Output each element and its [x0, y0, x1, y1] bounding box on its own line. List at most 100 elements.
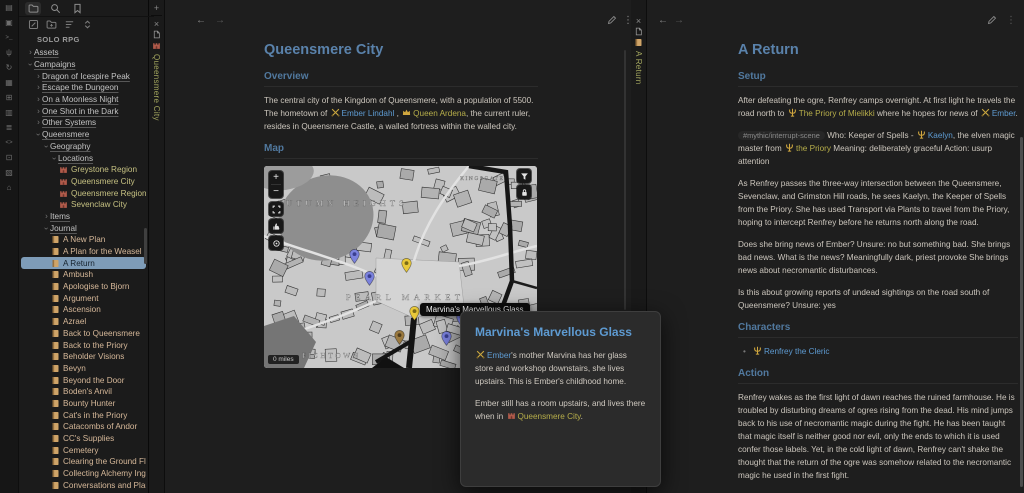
tree-item-azrael[interactable]: Azrael — [21, 316, 146, 328]
filter-icon[interactable] — [517, 169, 531, 183]
location-link[interactable]: Queensmere City — [518, 412, 581, 421]
tree-item-a-plan-for-the-weasel[interactable]: A Plan for the Weasel — [21, 246, 146, 258]
more-options-icon[interactable]: ⋮ — [623, 16, 630, 26]
note-link[interactable]: Ember — [487, 351, 511, 360]
tree-item-clearing-the-ground-floor[interactable]: Clearing the Ground Floor — [21, 456, 146, 468]
lock-icon[interactable] — [517, 185, 531, 199]
explorer-scrollbar[interactable] — [144, 228, 147, 264]
tree-item-items[interactable]: › Items — [21, 211, 146, 223]
tab-title-queensmere-city[interactable]: Queensmere City — [152, 54, 161, 121]
text-span: Map — [264, 143, 284, 154]
map-pin-brown[interactable] — [393, 330, 405, 350]
tree-item-beyond-the-door[interactable]: Beyond the Door — [21, 374, 146, 386]
location-link[interactable]: Queen Ardena — [413, 109, 466, 118]
right-pane-scrollbar[interactable] — [1020, 137, 1023, 487]
tree-item-beholder-visions[interactable]: Beholder Visions — [21, 351, 146, 363]
tree-item-apologise-to-bjorn[interactable]: Apologise to Bjorn — [21, 281, 146, 293]
canvas-icon[interactable]: ▦ — [0, 75, 18, 90]
tree-item-cemetery[interactable]: Cemetery — [21, 444, 146, 456]
tab-title-a-return[interactable]: A Return — [634, 51, 643, 85]
tree-item-catacombs-of-andor[interactable]: Catacombs of Andor — [21, 421, 146, 433]
tree-item-argument[interactable]: Argument — [21, 292, 146, 304]
note-link[interactable]: Kaelyn — [928, 131, 953, 140]
fullscreen-icon[interactable] — [269, 202, 283, 216]
bookmarks-tab[interactable] — [69, 2, 85, 15]
map-pin-yellow[interactable] — [408, 306, 420, 326]
map-pin-yellow[interactable] — [400, 258, 412, 278]
reset-view-icon[interactable] — [269, 236, 283, 250]
back-icon[interactable]: ← — [196, 16, 206, 26]
new-folder-button[interactable] — [45, 18, 58, 31]
tree-item-sevenclaw-city[interactable]: Sevenclaw City — [21, 199, 146, 211]
tree-item-one-shot-in-the-dark[interactable]: › One Shot in the Dark — [21, 105, 146, 117]
tag[interactable]: #mythic/interrupt-scene — [738, 131, 825, 140]
tree-item-journal[interactable]: › Journal — [21, 222, 146, 234]
close-tab-icon[interactable]: × — [631, 15, 646, 26]
tree-item-a-new-plan[interactable]: A New Plan — [21, 234, 146, 246]
tree-item-a-return[interactable]: A Return — [21, 257, 146, 270]
forward-icon[interactable]: → — [674, 16, 684, 26]
new-note-button[interactable] — [27, 18, 40, 31]
tree-item-assets[interactable]: › Assets — [21, 47, 146, 59]
tree-item-geography[interactable]: › Geography — [21, 141, 146, 153]
tree-item-locations[interactable]: › Locations — [21, 152, 146, 164]
image-icon[interactable]: ▣ — [0, 15, 18, 30]
tree-item-other-systems[interactable]: › Other Systems — [21, 117, 146, 129]
tree-item-conversations-and-plans[interactable]: Conversations and Plans — [21, 479, 146, 491]
tree-item-cc-s-supplies[interactable]: CC's Supplies — [21, 433, 146, 445]
zoom-in-icon[interactable]: + — [269, 171, 283, 184]
workspace-icon[interactable]: ▤ — [0, 0, 18, 15]
note-link[interactable]: Renfrey the Cleric — [764, 347, 830, 356]
middle-pane-scrollbar[interactable] — [624, 50, 626, 310]
map-pin-blue[interactable] — [440, 331, 452, 351]
tree-item-cat-s-in-the-priory[interactable]: Cat's in the Priory — [21, 409, 146, 421]
tree-item-queensmere-region[interactable]: Queensmere Region — [21, 187, 146, 199]
tree-item-bounty-hunter[interactable]: Bounty Hunter — [21, 398, 146, 410]
location-link[interactable]: The Priory of Mielikki — [799, 109, 875, 118]
journal-icon — [51, 341, 60, 350]
tree-item-greystone-region[interactable]: Greystone Region — [21, 164, 146, 176]
collapse-all-button[interactable] — [81, 18, 94, 31]
tree-item-collecting-alchemy-ingredi-[interactable]: Collecting Alchemy Ingredi... — [21, 468, 146, 480]
popup-title-link[interactable]: Marvina's Marvellous Glass — [475, 325, 646, 339]
tree-item-queensmere-city[interactable]: Queensmere City — [21, 176, 146, 188]
sort-order-button[interactable] — [63, 18, 76, 31]
home-icon[interactable]: ⌂ — [0, 180, 18, 195]
zoom-out-icon[interactable]: − — [269, 185, 283, 198]
files-tab[interactable] — [25, 1, 41, 15]
tree-item-bevyn[interactable]: Bevyn — [21, 363, 146, 375]
cards-icon[interactable]: ▧ — [0, 165, 18, 180]
note-link[interactable]: Ember — [992, 109, 1016, 118]
tree-item-on-a-moonless-night[interactable]: › On a Moonless Night — [21, 94, 146, 106]
map-zoom-control[interactable]: + − — [269, 171, 283, 198]
kanban-icon[interactable]: ⊞ — [0, 90, 18, 105]
table-icon[interactable]: ≣ — [0, 120, 18, 135]
forward-icon[interactable]: → — [215, 16, 225, 26]
back-icon[interactable]: ← — [658, 16, 668, 26]
sync-icon[interactable]: ↻ — [0, 60, 18, 75]
book-icon[interactable]: ▥ — [0, 105, 18, 120]
note-link[interactable]: Ember Lindahl — [342, 109, 395, 118]
reading-icon[interactable]: ⊡ — [0, 150, 18, 165]
tree-item-campaigns[interactable]: › Campaigns — [21, 59, 146, 71]
tree-item-escape-the-dungeon[interactable]: › Escape the Dungeon — [21, 82, 146, 94]
tree-item-back-to-the-priory[interactable]: Back to the Priory — [21, 339, 146, 351]
thumbs-up-icon[interactable] — [269, 219, 283, 233]
terminal-icon[interactable]: >_ — [0, 30, 18, 45]
edit-mode-icon[interactable] — [987, 15, 997, 28]
map-pin-blue[interactable] — [348, 249, 360, 269]
tree-item-ambush[interactable]: Ambush — [21, 269, 146, 281]
edit-mode-icon[interactable] — [607, 15, 617, 28]
tree-item-ascension[interactable]: Ascension — [21, 304, 146, 316]
search-tab[interactable] — [47, 2, 63, 15]
code-icon[interactable]: <> — [0, 135, 18, 150]
tree-item-boden-s-anvil[interactable]: Boden's Anvil — [21, 386, 146, 398]
note-a-return: A Return Setup After defeating the ogre, R… — [738, 36, 1018, 493]
tree-item-dragon-of-icespire-peak[interactable]: › Dragon of Icespire Peak — [21, 70, 146, 82]
graph-icon[interactable]: ψ — [0, 45, 18, 60]
location-link[interactable]: the Priory — [796, 144, 831, 153]
map-pin-blue[interactable] — [363, 271, 375, 291]
tree-item-back-to-queensmere[interactable]: Back to Queensmere — [21, 328, 146, 340]
tree-item-queensmere[interactable]: › Queensmere — [21, 129, 146, 141]
more-options-icon[interactable]: ⋮ — [1006, 16, 1016, 26]
